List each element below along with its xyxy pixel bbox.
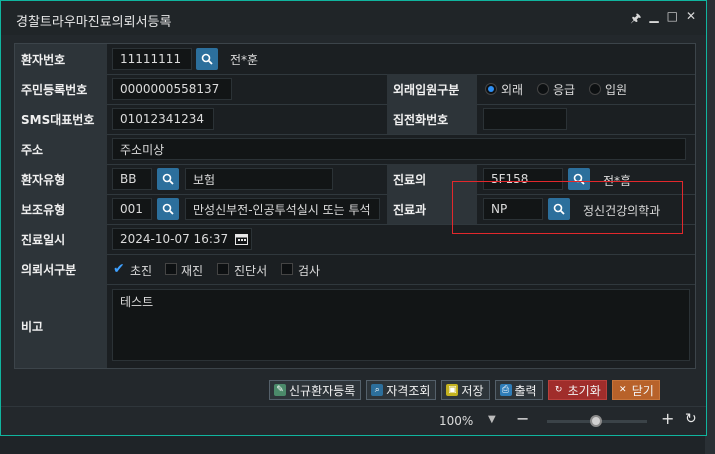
calendar-icon[interactable] (235, 233, 248, 245)
sms-label: SMS대표번호 (15, 104, 107, 134)
patient-type-code[interactable]: BB (112, 168, 152, 190)
note-label: 비고 (15, 284, 107, 368)
print-button[interactable]: ⎙ 출력 (494, 380, 543, 400)
address-input[interactable]: 주소미상 (112, 138, 686, 160)
row-address: 주소 주소미상 (15, 134, 695, 165)
eligibility-label: 자격조회 (386, 383, 431, 398)
save-icon: ▣ (446, 384, 459, 396)
patient-name: 전*훈 (223, 48, 323, 70)
checkbox-certificate-label: 진단서 (234, 264, 268, 278)
visit-type-label: 외래입원구분 (387, 74, 477, 104)
reset-button[interactable]: ↻ 초기화 (547, 380, 607, 400)
radio-inpatient-label: 입원 (605, 83, 628, 97)
radio-inpatient[interactable] (589, 83, 601, 95)
zoom-in-icon[interactable]: + (661, 409, 674, 428)
row-sms: SMS대표번호 01012341234 집전화번호 (15, 104, 695, 135)
date-label: 진료일시 (15, 224, 107, 254)
address-label: 주소 (15, 134, 107, 164)
minimize-icon[interactable]: ▁ (649, 9, 658, 30)
chevron-down-icon[interactable]: ▼ (488, 414, 496, 425)
new-patient-label: 신규환자등록 (289, 383, 356, 398)
aux-type-label: 보조유형 (15, 194, 107, 224)
date-input[interactable]: 2024-10-07 16:37 (112, 228, 252, 250)
checkbox-certificate[interactable] (217, 263, 229, 275)
zoom-level[interactable]: 100% (439, 414, 473, 428)
home-phone-label: 집전화번호 (387, 104, 477, 134)
checkbox-first-visit[interactable]: ✔ (113, 262, 125, 276)
title-bar-controls: 🖈 ▁ □ ✕ (630, 9, 696, 30)
reset-label: 초기화 (567, 383, 601, 398)
home-phone-input[interactable] (483, 108, 567, 130)
pin-icon[interactable]: 🖈 (630, 9, 641, 30)
eligibility-button[interactable]: ⌕ 자격조회 (366, 380, 437, 400)
print-icon: ⎙ (499, 384, 512, 396)
new-patient-button[interactable]: ✎ 신규환자등록 (269, 380, 362, 400)
edit-icon: ✎ (274, 384, 286, 396)
status-bar: 100% ▼ − + ↻ (1, 407, 706, 435)
row-note: 비고 테스트 (15, 284, 695, 368)
patient-type-name: 보험 (185, 168, 333, 190)
referral-type-label: 의뢰서구분 (15, 254, 107, 284)
action-bar: ✎ 신규환자등록 ⌕ 자격조회 ▣ 저장 ⎙ 출력 ↻ 초기화 ✕ 닫기 (269, 380, 660, 400)
title-bar: 경찰트라우마진료의뢰서등록 🖈 ▁ □ ✕ (1, 1, 706, 35)
search-icon (162, 173, 174, 185)
radio-outpatient-label: 외래 (501, 83, 524, 97)
radio-emergency[interactable] (537, 83, 549, 95)
aux-type-name: 만성신부전-인공투석실시 또는 투석 (185, 198, 380, 220)
row-patient: 환자번호 11111111 전*훈 (15, 44, 695, 75)
date-value: 2024-10-07 16:37 (120, 232, 229, 246)
resident-number-input[interactable]: 0000000558137 (112, 78, 232, 100)
close-icon: ✕ (618, 385, 627, 395)
row-referral-type: 의뢰서구분 ✔ 초진 재진 진단서 검사 (15, 254, 695, 285)
search-icon: ⌕ (371, 384, 384, 396)
zoom-out-icon[interactable]: − (516, 409, 529, 428)
patient-search-button[interactable] (196, 48, 218, 70)
close-label: 닫기 (631, 383, 654, 398)
patient-number-input[interactable]: 11111111 (112, 48, 192, 70)
dialog-window: 경찰트라우마진료의뢰서등록 🖈 ▁ □ ✕ 환자번호 11111111 전*훈 … (0, 0, 707, 436)
search-icon (201, 53, 213, 65)
aux-type-code[interactable]: 001 (112, 198, 152, 220)
window-title: 경찰트라우마진료의뢰서등록 (16, 15, 172, 30)
search-icon (162, 203, 174, 215)
print-label: 출력 (514, 383, 537, 398)
radio-emergency-label: 응급 (553, 83, 576, 97)
checkbox-revisit-label: 재진 (181, 264, 204, 278)
refresh-icon: ↻ (554, 385, 563, 395)
note-textarea[interactable]: 테스트 (112, 289, 690, 361)
patient-type-label: 환자유형 (15, 164, 107, 194)
close-button[interactable]: ✕ 닫기 (611, 380, 660, 400)
checkbox-revisit[interactable] (165, 263, 177, 275)
resident-number-label: 주민등록번호 (15, 74, 107, 104)
radio-outpatient[interactable] (485, 83, 497, 95)
maximize-icon[interactable]: □ (667, 9, 678, 30)
checkbox-first-visit-label: 초진 (130, 264, 153, 278)
patient-type-search-button[interactable] (157, 168, 179, 190)
patient-number-label: 환자번호 (15, 44, 107, 74)
reset-zoom-icon[interactable]: ↻ (685, 411, 697, 427)
checkbox-exam-label: 검사 (298, 264, 321, 278)
zoom-slider-handle[interactable] (590, 415, 602, 427)
highlight-box (452, 181, 683, 234)
aux-type-search-button[interactable] (157, 198, 179, 220)
row-resident: 주민등록번호 0000000558137 외래입원구분 외래 응급 입원 (15, 74, 695, 105)
save-label: 저장 (461, 383, 484, 398)
close-icon[interactable]: ✕ (686, 9, 696, 30)
checkbox-exam[interactable] (281, 263, 293, 275)
save-button[interactable]: ▣ 저장 (441, 380, 490, 400)
sms-input[interactable]: 01012341234 (112, 108, 214, 130)
